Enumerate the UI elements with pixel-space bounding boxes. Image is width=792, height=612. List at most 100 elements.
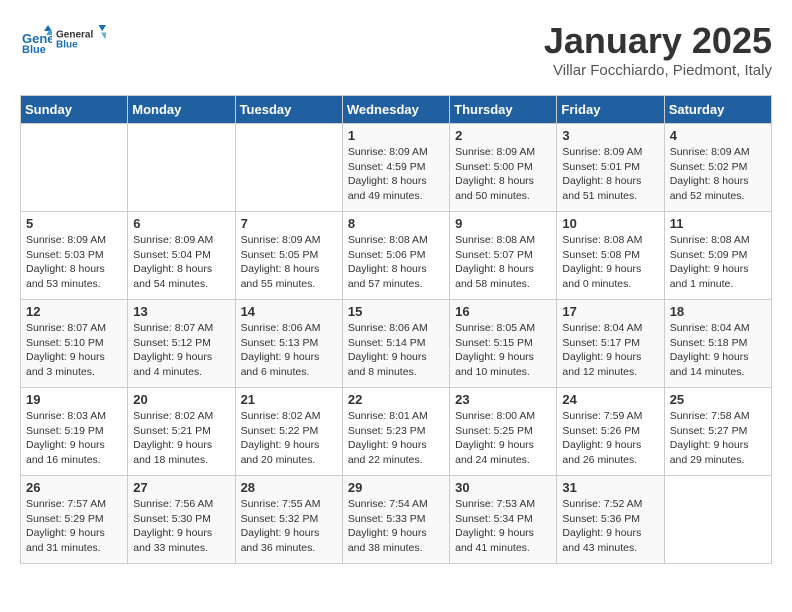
calendar-cell: 10 Sunrise: 8:08 AM Sunset: 5:08 PM Dayli… — [557, 212, 664, 300]
calendar-cell: 29 Sunrise: 7:54 AM Sunset: 5:33 PM Dayli… — [342, 476, 449, 564]
calendar-cell: 14Sunrise: 8:06 AM Sunset: 5:13 PM Dayli… — [235, 300, 342, 388]
day-info: Sunrise: 7:54 AM Sunset: 5:33 PM Dayligh… — [348, 497, 444, 556]
calendar-table: SundayMondayTuesdayWednesdayThursdayFrid… — [20, 95, 772, 564]
day-number: 25 — [670, 392, 766, 407]
calendar-week-row: 12 Sunrise: 8:07 AM Sunset: 5:10 PM Dayli… — [21, 300, 772, 388]
day-number: 28 — [241, 480, 337, 495]
month-title: January 2025 — [544, 20, 772, 62]
calendar-cell: 15 Sunrise: 8:06 AM Sunset: 5:14 PM Dayli… — [342, 300, 449, 388]
location: Villar Focchiardo, Piedmont, Italy — [544, 62, 772, 79]
day-number: 29 — [348, 480, 444, 495]
calendar-cell: 25 Sunrise: 7:58 AM Sunset: 5:27 PM Dayli… — [664, 388, 771, 476]
calendar-cell: 12 Sunrise: 8:07 AM Sunset: 5:10 PM Dayli… — [21, 300, 128, 388]
calendar-cell: 16 Sunrise: 8:05 AM Sunset: 5:15 PM Dayli… — [450, 300, 557, 388]
day-number: 13 — [133, 304, 229, 319]
day-number: 11 — [670, 216, 766, 231]
day-number: 10 — [562, 216, 658, 231]
calendar-week-row: 19 Sunrise: 8:03 AM Sunset: 5:19 PM Dayli… — [21, 388, 772, 476]
day-number: 22 — [348, 392, 444, 407]
calendar-cell: 31 Sunrise: 7:52 AM Sunset: 5:36 PM Dayli… — [557, 476, 664, 564]
calendar-cell: 1 Sunrise: 8:09 AM Sunset: 4:59 PM Daylig… — [342, 124, 449, 212]
day-info: Sunrise: 8:07 AM Sunset: 5:10 PM Dayligh… — [26, 321, 122, 380]
logo: General Blue General Blue — [20, 20, 106, 58]
calendar-cell: 24 Sunrise: 7:59 AM Sunset: 5:26 PM Dayli… — [557, 388, 664, 476]
calendar-cell: 30Sunrise: 7:53 AM Sunset: 5:34 PM Dayli… — [450, 476, 557, 564]
weekday-header: Sunday — [21, 96, 128, 124]
weekday-header: Wednesday — [342, 96, 449, 124]
day-number: 1 — [348, 128, 444, 143]
day-info: Sunrise: 8:02 AM Sunset: 5:21 PM Dayligh… — [133, 409, 229, 468]
calendar-cell — [128, 124, 235, 212]
day-number: 12 — [26, 304, 122, 319]
calendar-cell: 11Sunrise: 8:08 AM Sunset: 5:09 PM Dayli… — [664, 212, 771, 300]
day-info: Sunrise: 8:09 AM Sunset: 4:59 PM Dayligh… — [348, 145, 444, 204]
calendar-cell: 5Sunrise: 8:09 AM Sunset: 5:03 PM Daylig… — [21, 212, 128, 300]
day-info: Sunrise: 8:09 AM Sunset: 5:00 PM Dayligh… — [455, 145, 551, 204]
day-number: 18 — [670, 304, 766, 319]
day-number: 2 — [455, 128, 551, 143]
day-number: 23 — [455, 392, 551, 407]
calendar-week-row: 5Sunrise: 8:09 AM Sunset: 5:03 PM Daylig… — [21, 212, 772, 300]
day-info: Sunrise: 8:04 AM Sunset: 5:18 PM Dayligh… — [670, 321, 766, 380]
day-number: 9 — [455, 216, 551, 231]
day-info: Sunrise: 8:09 AM Sunset: 5:02 PM Dayligh… — [670, 145, 766, 204]
calendar-cell: 23Sunrise: 8:00 AM Sunset: 5:25 PM Dayli… — [450, 388, 557, 476]
calendar-week-row: 1 Sunrise: 8:09 AM Sunset: 4:59 PM Daylig… — [21, 124, 772, 212]
svg-text:General: General — [56, 29, 93, 40]
day-info: Sunrise: 8:08 AM Sunset: 5:08 PM Dayligh… — [562, 233, 658, 292]
day-info: Sunrise: 7:57 AM Sunset: 5:29 PM Dayligh… — [26, 497, 122, 556]
calendar-cell: 21 Sunrise: 8:02 AM Sunset: 5:22 PM Dayli… — [235, 388, 342, 476]
day-number: 24 — [562, 392, 658, 407]
day-number: 4 — [670, 128, 766, 143]
page-header: General Blue General Blue January 2025 V… — [20, 20, 772, 79]
day-info: Sunrise: 8:03 AM Sunset: 5:19 PM Dayligh… — [26, 409, 122, 468]
day-number: 31 — [562, 480, 658, 495]
day-info: Sunrise: 8:06 AM Sunset: 5:14 PM Dayligh… — [348, 321, 444, 380]
calendar-cell: 20 Sunrise: 8:02 AM Sunset: 5:21 PM Dayli… — [128, 388, 235, 476]
day-number: 20 — [133, 392, 229, 407]
day-info: Sunrise: 8:04 AM Sunset: 5:17 PM Dayligh… — [562, 321, 658, 380]
calendar-cell: 19 Sunrise: 8:03 AM Sunset: 5:19 PM Dayli… — [21, 388, 128, 476]
day-info: Sunrise: 8:02 AM Sunset: 5:22 PM Dayligh… — [241, 409, 337, 468]
day-number: 26 — [26, 480, 122, 495]
calendar-cell: 27 Sunrise: 7:56 AM Sunset: 5:30 PM Dayli… — [128, 476, 235, 564]
day-number: 5 — [26, 216, 122, 231]
calendar-cell: 28 Sunrise: 7:55 AM Sunset: 5:32 PM Dayli… — [235, 476, 342, 564]
day-number: 19 — [26, 392, 122, 407]
weekday-header: Tuesday — [235, 96, 342, 124]
calendar-cell: 6 Sunrise: 8:09 AM Sunset: 5:04 PM Daylig… — [128, 212, 235, 300]
day-info: Sunrise: 8:05 AM Sunset: 5:15 PM Dayligh… — [455, 321, 551, 380]
day-info: Sunrise: 7:59 AM Sunset: 5:26 PM Dayligh… — [562, 409, 658, 468]
day-number: 27 — [133, 480, 229, 495]
day-number: 15 — [348, 304, 444, 319]
svg-text:Blue: Blue — [56, 39, 78, 50]
calendar-cell: 3Sunrise: 8:09 AM Sunset: 5:01 PM Daylig… — [557, 124, 664, 212]
logo-graphic: General Blue — [56, 20, 106, 58]
day-info: Sunrise: 8:09 AM Sunset: 5:04 PM Dayligh… — [133, 233, 229, 292]
calendar-cell — [21, 124, 128, 212]
day-number: 17 — [562, 304, 658, 319]
calendar-cell: 8Sunrise: 8:08 AM Sunset: 5:06 PM Daylig… — [342, 212, 449, 300]
calendar-cell — [235, 124, 342, 212]
day-info: Sunrise: 8:06 AM Sunset: 5:13 PM Dayligh… — [241, 321, 337, 380]
day-number: 16 — [455, 304, 551, 319]
day-number: 7 — [241, 216, 337, 231]
calendar-week-row: 26 Sunrise: 7:57 AM Sunset: 5:29 PM Dayli… — [21, 476, 772, 564]
logo-icon: General Blue — [20, 23, 52, 55]
weekday-header-row: SundayMondayTuesdayWednesdayThursdayFrid… — [21, 96, 772, 124]
calendar-cell: 7Sunrise: 8:09 AM Sunset: 5:05 PM Daylig… — [235, 212, 342, 300]
day-info: Sunrise: 7:55 AM Sunset: 5:32 PM Dayligh… — [241, 497, 337, 556]
calendar-cell: 2 Sunrise: 8:09 AM Sunset: 5:00 PM Daylig… — [450, 124, 557, 212]
weekday-header: Monday — [128, 96, 235, 124]
calendar-cell: 13Sunrise: 8:07 AM Sunset: 5:12 PM Dayli… — [128, 300, 235, 388]
weekday-header: Thursday — [450, 96, 557, 124]
day-info: Sunrise: 8:08 AM Sunset: 5:06 PM Dayligh… — [348, 233, 444, 292]
day-info: Sunrise: 7:52 AM Sunset: 5:36 PM Dayligh… — [562, 497, 658, 556]
day-number: 21 — [241, 392, 337, 407]
day-number: 6 — [133, 216, 229, 231]
day-info: Sunrise: 7:58 AM Sunset: 5:27 PM Dayligh… — [670, 409, 766, 468]
calendar-cell: 26 Sunrise: 7:57 AM Sunset: 5:29 PM Dayli… — [21, 476, 128, 564]
day-info: Sunrise: 8:09 AM Sunset: 5:01 PM Dayligh… — [562, 145, 658, 204]
day-info: Sunrise: 7:56 AM Sunset: 5:30 PM Dayligh… — [133, 497, 229, 556]
weekday-header: Saturday — [664, 96, 771, 124]
